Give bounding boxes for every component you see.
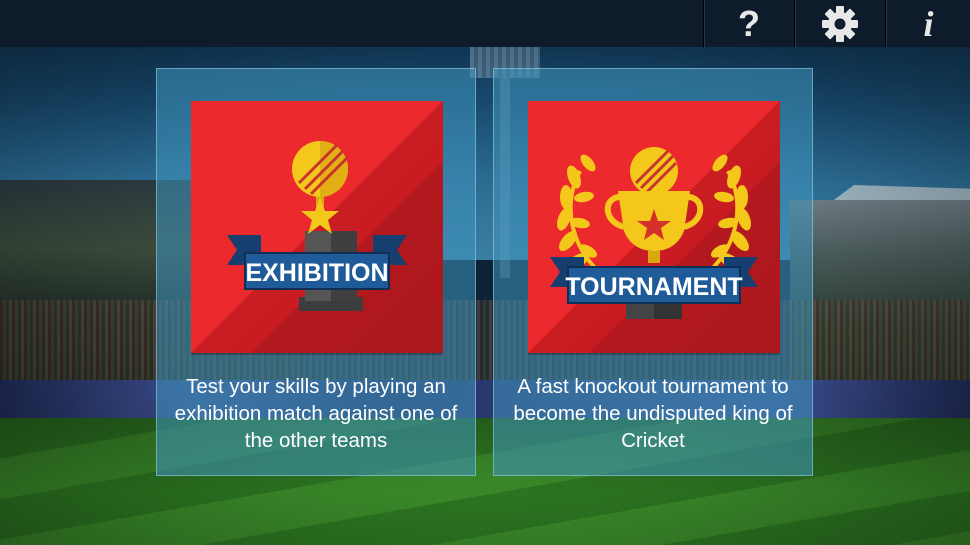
gear-icon [822,5,858,42]
exhibition-title: EXHIBITION [245,259,388,287]
vignette [0,0,970,545]
stadium-background [0,0,970,545]
trophy-icon: EXHIBITION [227,141,407,311]
tournament-description: A fast knockout tournament to become the… [513,375,793,452]
cup-with-laurels-icon: TOURNAMENT [550,147,758,319]
help-button[interactable]: ? [703,0,794,47]
settings-button[interactable] [794,0,885,47]
tournament-tile[interactable]: TOURNAMENT [528,101,780,353]
info-button[interactable]: i [885,0,970,47]
exhibition-tile[interactable]: EXHIBITION [191,101,443,353]
tournament-mode-card[interactable]: TOURNAMENT A fast knockout tournament to… [493,68,813,476]
exhibition-description: Test your skills by playing an exhibitio… [174,375,458,452]
top-bar: ? i [0,0,970,47]
tournament-title: TOURNAMENT [565,273,742,301]
question-mark-icon: ? [738,2,760,44]
exhibition-mode-card[interactable]: EXHIBITION Test your skills by playing a… [156,68,476,476]
info-icon: i [923,3,934,44]
